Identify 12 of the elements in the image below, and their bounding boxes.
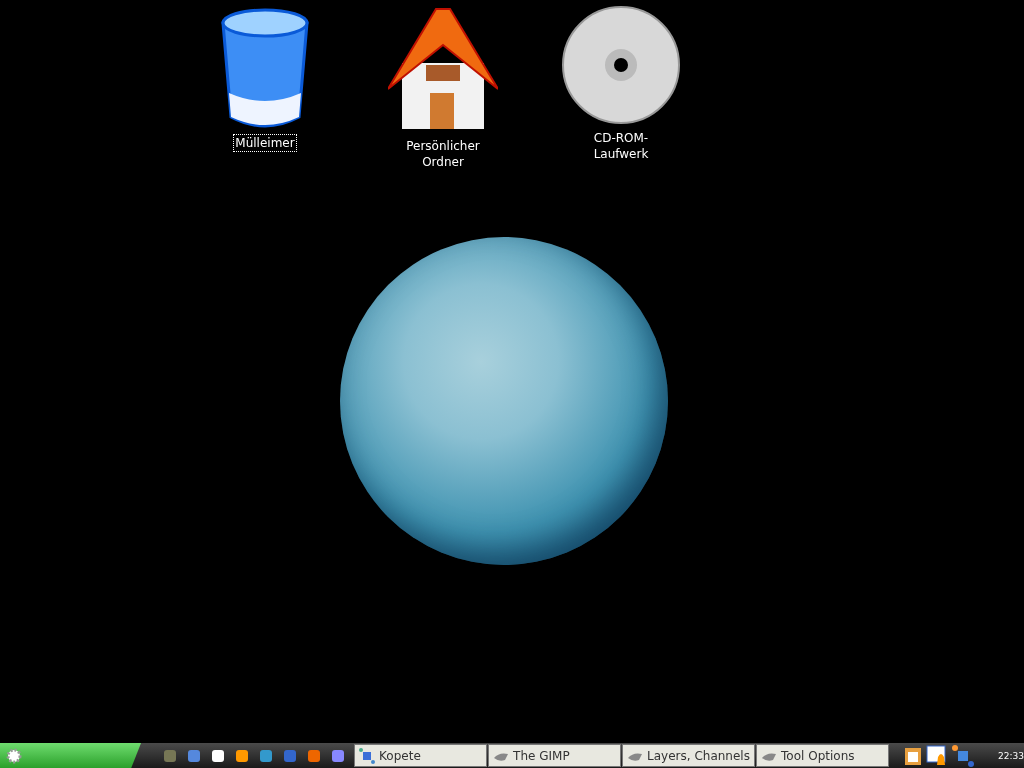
task-button[interactable]: The GIMP	[488, 744, 622, 767]
icon-label[interactable]: Persönlicher Ordner	[401, 137, 485, 171]
task-button[interactable]: Tool Options	[756, 744, 890, 767]
task-button[interactable]: Kopete	[354, 744, 488, 767]
calendar-bell-icon[interactable]	[926, 744, 949, 767]
icon-label[interactable]: Mülleimer	[233, 134, 297, 152]
gear-icon	[6, 747, 22, 764]
cd-disc-icon	[561, 5, 681, 125]
task-button[interactable]: Layers, Channels	[622, 744, 756, 767]
start-button[interactable]	[0, 743, 142, 768]
clock[interactable]: 22:33	[998, 750, 1024, 761]
icon-label[interactable]: CD-ROM-Laufwerk	[579, 129, 663, 163]
